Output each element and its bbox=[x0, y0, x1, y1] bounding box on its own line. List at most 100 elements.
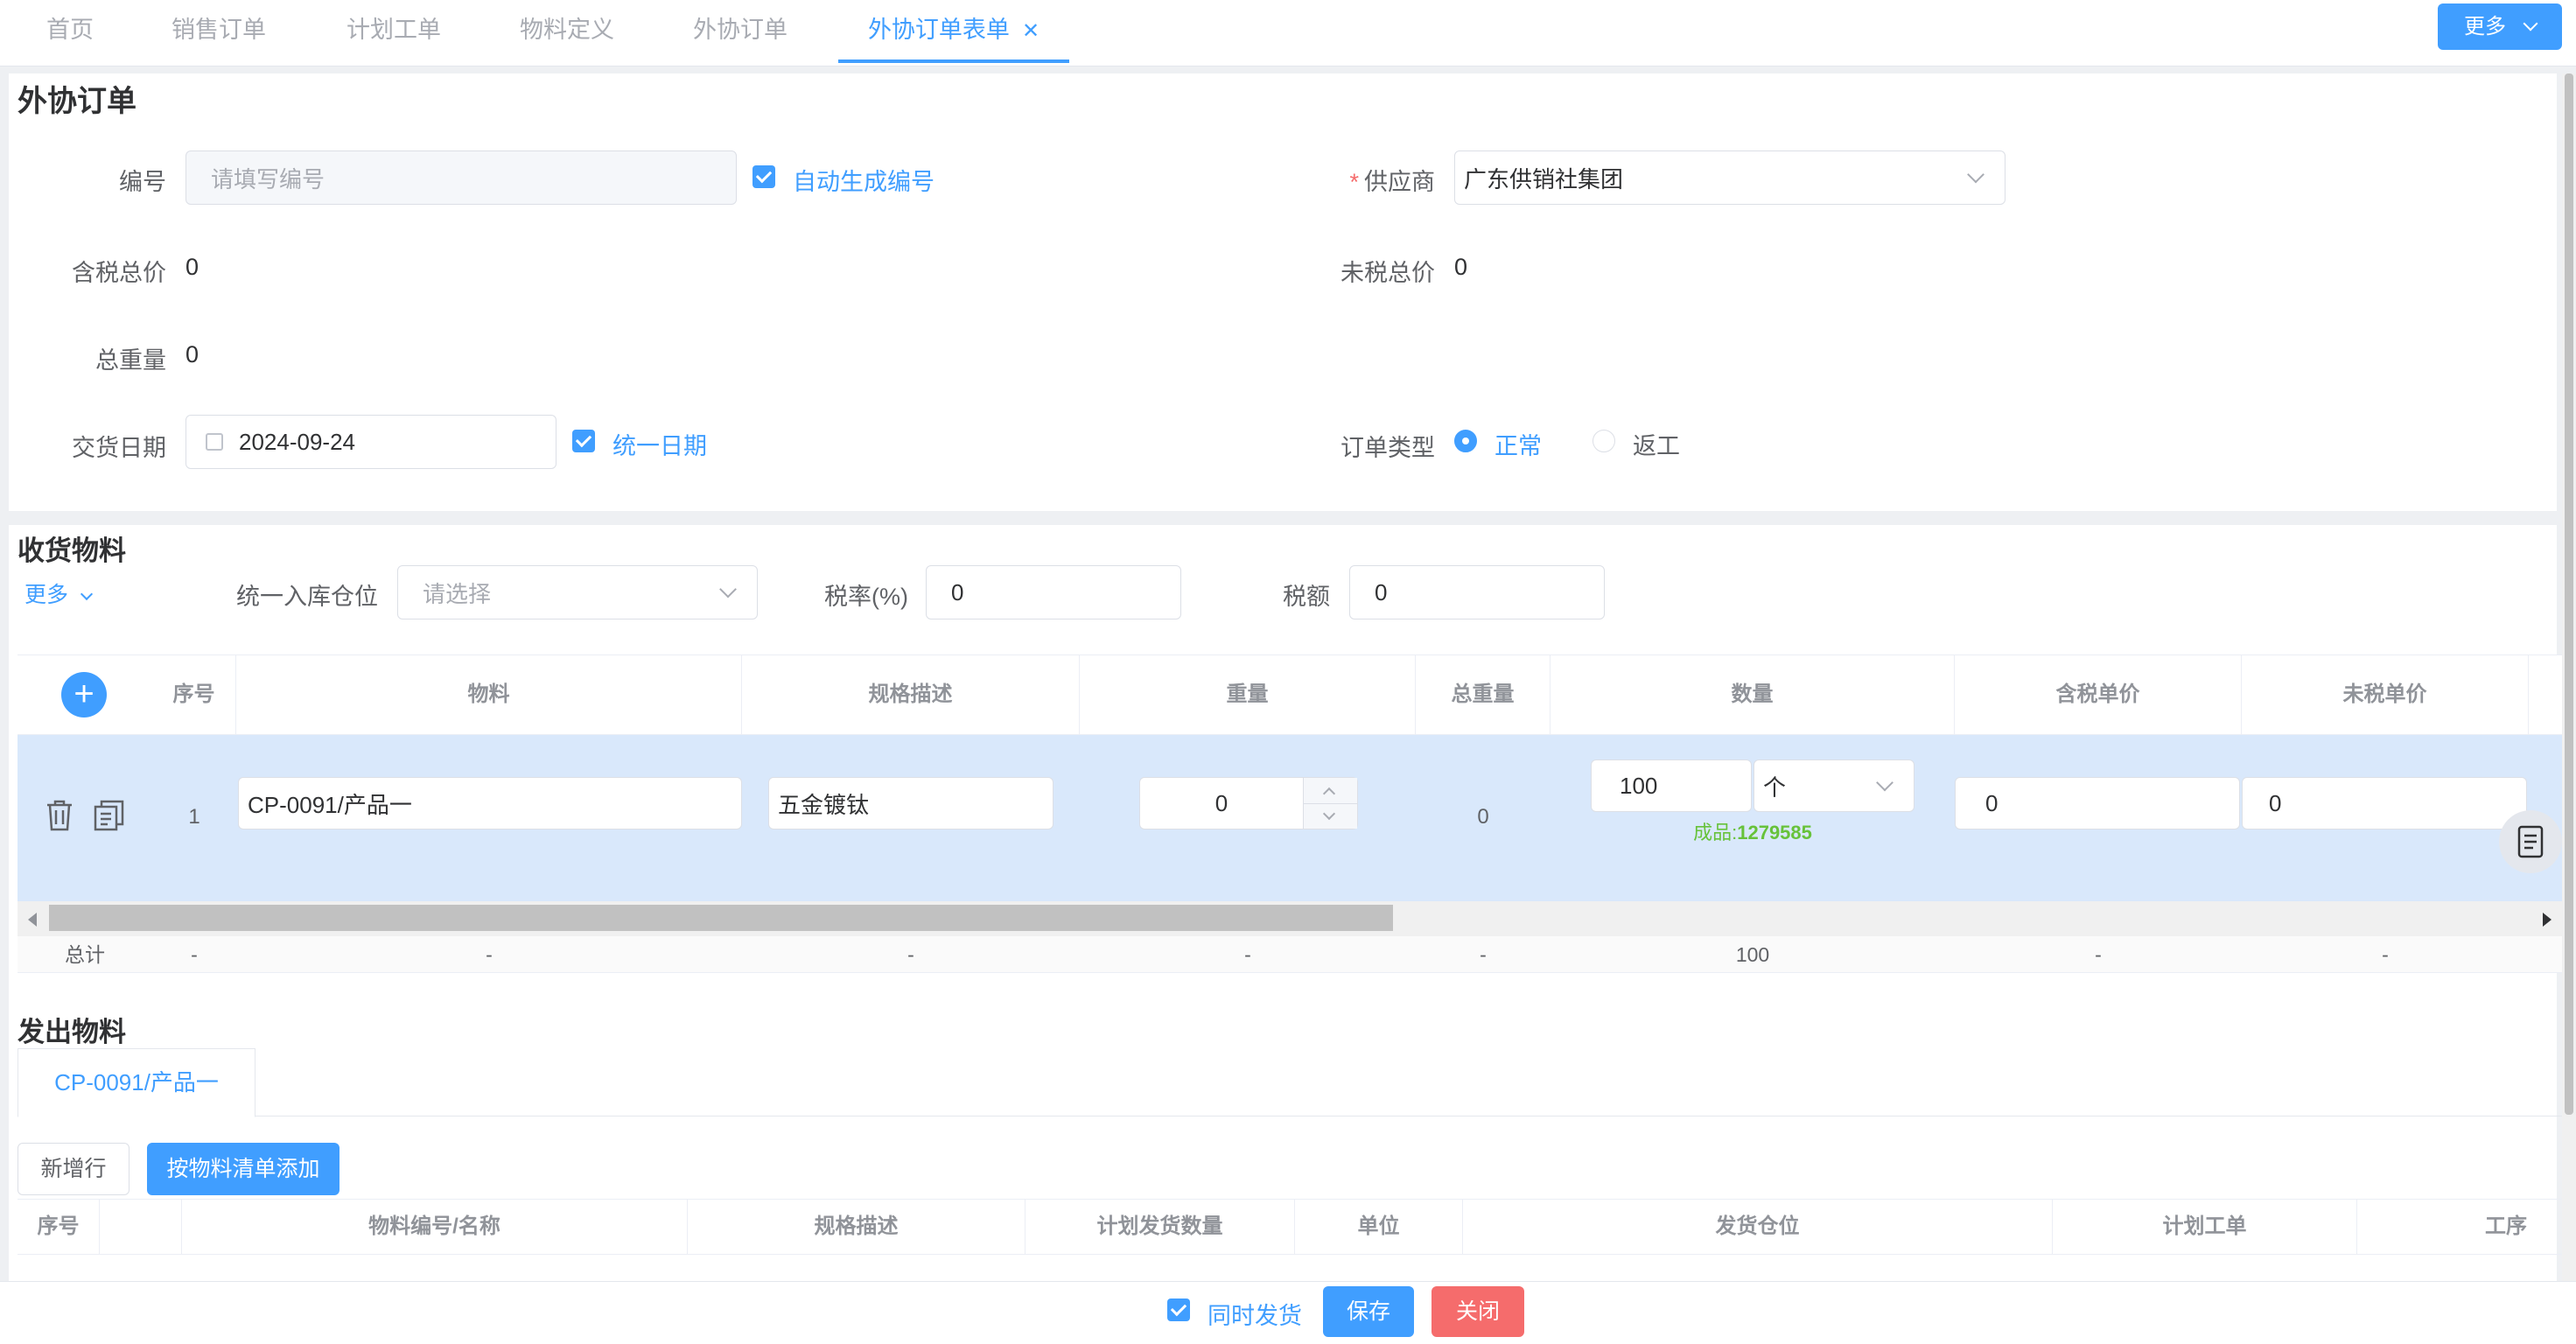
spec-input[interactable]: 五金镀钛 bbox=[768, 777, 1054, 830]
tab-material-definition[interactable]: 物料定义 bbox=[506, 0, 628, 63]
number-input[interactable]: 请填写编号 bbox=[186, 150, 737, 205]
warehouse-label: 统一入库仓位 bbox=[236, 584, 378, 610]
tax-rate-input[interactable]: 0 bbox=[926, 565, 1181, 620]
weight-stepper[interactable]: 0 bbox=[1139, 777, 1358, 830]
col-material: 物料 bbox=[236, 654, 742, 735]
delivery-date-value: 2024-09-24 bbox=[239, 428, 355, 455]
horizontal-scrollbar[interactable] bbox=[18, 901, 2562, 936]
chevron-down-icon bbox=[1876, 774, 1894, 792]
unit-value: 个 bbox=[1763, 774, 1787, 801]
close-icon[interactable]: ✕ bbox=[1022, 19, 1040, 43]
weight-total-value: 0 bbox=[186, 341, 200, 368]
quantity-value: 100 bbox=[1620, 772, 1658, 799]
chevron-down-icon bbox=[1967, 165, 1984, 184]
supplier-select[interactable]: 广东供销社集团 bbox=[1454, 150, 2006, 205]
close-button[interactable]: 关闭 bbox=[1432, 1286, 1524, 1337]
footer-quantity: 100 bbox=[1735, 943, 1770, 966]
issue-col-process: 工序 bbox=[2485, 1214, 2527, 1238]
unit-select[interactable]: 个 bbox=[1754, 760, 1914, 812]
app-root: 首页 销售订单 计划工单 物料定义 外协订单 外协订单表单 ✕ 更多 外协订单 编… bbox=[0, 0, 2576, 1344]
issue-col-spec: 规格描述 bbox=[688, 1199, 1026, 1255]
chevron-up-icon[interactable] bbox=[1322, 787, 1336, 801]
issue-tab-bar bbox=[18, 1048, 2562, 1116]
footer-material: - bbox=[486, 943, 493, 966]
scrollbar-thumb[interactable] bbox=[49, 905, 1393, 931]
tab-outsource-order[interactable]: 外协订单 bbox=[679, 0, 802, 63]
footer-spec: - bbox=[907, 943, 914, 966]
tab-label: 计划工单 bbox=[346, 17, 441, 43]
add-row-button[interactable]: 新增行 bbox=[18, 1143, 130, 1195]
stepper-arrows[interactable] bbox=[1303, 778, 1358, 829]
document-icon bbox=[2517, 825, 2544, 858]
close-label: 关闭 bbox=[1455, 1299, 1500, 1324]
col-weight: 重量 bbox=[1080, 654, 1416, 735]
tax-amount-label: 税额 bbox=[1283, 584, 1330, 610]
unify-date-label: 统一日期 bbox=[612, 433, 707, 459]
col-spec: 规格描述 bbox=[742, 654, 1080, 735]
tab-home[interactable]: 首页 bbox=[26, 0, 114, 63]
chevron-down-icon bbox=[80, 587, 94, 601]
tax-total-label: 含税总价 bbox=[72, 260, 166, 286]
footer-weight: - bbox=[1244, 943, 1251, 966]
tab-label: 物料定义 bbox=[520, 17, 614, 43]
add-by-bom-label: 按物料清单添加 bbox=[166, 1157, 320, 1181]
tab-bar: 首页 销售订单 计划工单 物料定义 外协订单 外协订单表单 ✕ 更多 bbox=[0, 0, 2576, 66]
tab-label: 外协订单 bbox=[693, 17, 788, 43]
material-value: CP-0091/产品一 bbox=[248, 791, 412, 818]
tab-sales-order[interactable]: 销售订单 bbox=[158, 0, 280, 63]
footer-label: 总计 bbox=[65, 943, 105, 966]
copy-icon[interactable] bbox=[93, 798, 126, 833]
receive-more-link[interactable]: 更多 bbox=[24, 578, 94, 609]
supplier-value: 广东供销社集团 bbox=[1464, 165, 1624, 192]
stock-info: 成品:1279585 bbox=[1550, 817, 1955, 845]
issue-material-tab[interactable]: CP-0091/产品一 bbox=[18, 1048, 256, 1117]
tax-amount-input[interactable]: 0 bbox=[1349, 565, 1605, 620]
vertical-scrollbar-thumb[interactable] bbox=[2565, 74, 2573, 1115]
ship-together-label: 同时发货 bbox=[1208, 1303, 1302, 1329]
scroll-right-icon[interactable] bbox=[2543, 913, 2552, 927]
issue-col-blank bbox=[100, 1199, 182, 1255]
document-float-button[interactable] bbox=[2499, 810, 2562, 873]
unify-date-checkbox[interactable] bbox=[572, 430, 595, 452]
save-button[interactable]: 保存 bbox=[1323, 1286, 1414, 1337]
save-label: 保存 bbox=[1346, 1299, 1390, 1324]
tab-outsource-order-form[interactable]: 外协订单表单 ✕ bbox=[838, 0, 1069, 63]
add-row-plus-icon[interactable]: + bbox=[61, 672, 107, 718]
order-type-rework-radio[interactable] bbox=[1592, 430, 1615, 452]
issue-col-unit: 单位 bbox=[1295, 1199, 1463, 1255]
more-label: 更多 bbox=[2464, 15, 2506, 38]
issue-col-index: 序号 bbox=[18, 1199, 100, 1255]
footer-total-weight: - bbox=[1480, 943, 1487, 966]
issue-col-work-order: 计划工单 bbox=[2053, 1199, 2357, 1255]
issue-title: 发出物料 bbox=[18, 1017, 126, 1047]
order-type-normal-radio[interactable] bbox=[1454, 430, 1477, 452]
auto-number-checkbox[interactable] bbox=[752, 165, 775, 188]
warehouse-placeholder: 请选择 bbox=[423, 580, 492, 607]
issue-col-warehouse: 发货仓位 bbox=[1463, 1199, 2053, 1255]
trash-icon[interactable] bbox=[44, 798, 75, 833]
warehouse-select[interactable]: 请选择 bbox=[397, 565, 758, 620]
issue-col-plan-qty: 计划发货数量 bbox=[1026, 1199, 1295, 1255]
col-tax-price: 含税单价 bbox=[1955, 654, 2242, 735]
chevron-down-icon[interactable] bbox=[1322, 807, 1336, 821]
row-index: 1 bbox=[188, 805, 200, 829]
order-title: 外协订单 bbox=[18, 85, 136, 118]
scroll-left-icon[interactable] bbox=[28, 913, 37, 927]
tax-price-value: 0 bbox=[1985, 789, 1998, 816]
delivery-date-input[interactable]: 2024-09-24 bbox=[186, 415, 556, 469]
ship-together-checkbox[interactable] bbox=[1167, 1298, 1190, 1321]
col-total-weight: 总重量 bbox=[1416, 654, 1550, 735]
order-type-normal-label: 正常 bbox=[1494, 433, 1542, 459]
material-input[interactable]: CP-0091/产品一 bbox=[238, 777, 742, 830]
col-untaxed-price: 未税单价 bbox=[2242, 654, 2529, 735]
untaxed-price-input[interactable]: 0 bbox=[2242, 777, 2527, 830]
quantity-input[interactable]: 100 bbox=[1591, 760, 1752, 812]
vertical-scrollbar[interactable] bbox=[2562, 74, 2576, 1281]
add-by-bom-button[interactable]: 按物料清单添加 bbox=[147, 1143, 340, 1195]
tax-price-input[interactable]: 0 bbox=[1955, 777, 2240, 830]
order-type-rework-label: 返工 bbox=[1633, 433, 1680, 459]
footer-tax-price: - bbox=[2095, 943, 2102, 966]
chevron-down-icon bbox=[2523, 16, 2538, 32]
more-button[interactable]: 更多 bbox=[2438, 4, 2562, 50]
tab-plan-work-order[interactable]: 计划工单 bbox=[332, 0, 455, 63]
